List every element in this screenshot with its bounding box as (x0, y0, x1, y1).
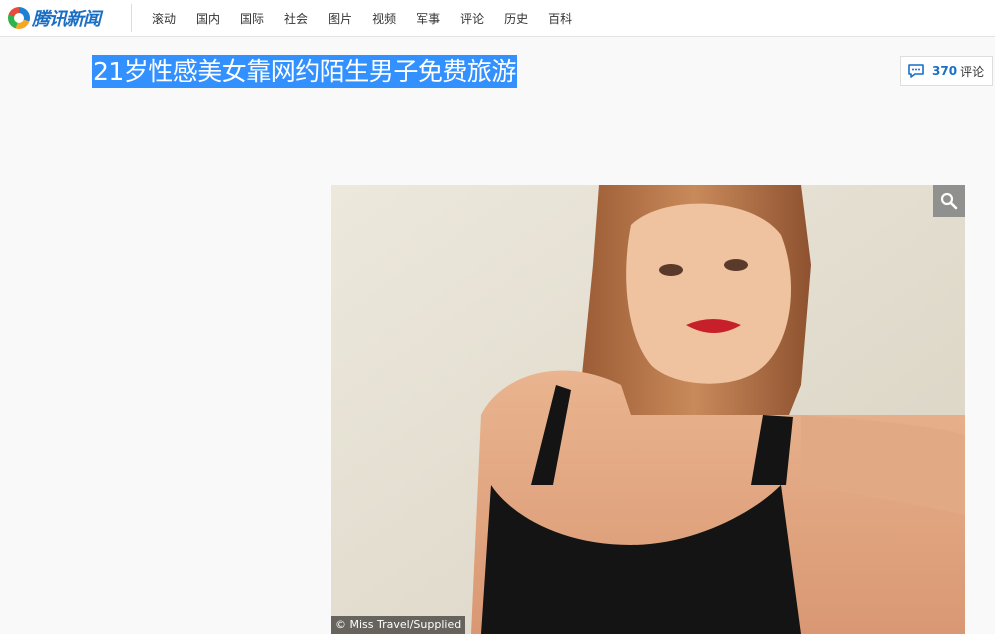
comment-count: 370 (932, 64, 958, 78)
nav-item-international[interactable]: 国际 (240, 10, 264, 27)
article-photo[interactable] (331, 185, 965, 634)
comment-count-button[interactable]: 370 评论 (900, 56, 993, 86)
speech-bubble-icon (908, 64, 924, 78)
nav-item-scroll[interactable]: 滚动 (152, 10, 176, 27)
nav-divider (131, 4, 132, 32)
channel-nav: 滚动 国内 国际 社会 图片 视频 军事 评论 历史 百科 (152, 0, 592, 36)
nav-item-domestic[interactable]: 国内 (196, 10, 220, 27)
logo-text: 腾讯新闻 (32, 9, 101, 30)
article-title: 21岁性感美女靠网约陌生男子免费旅游 (92, 55, 517, 88)
magnifier-icon (940, 192, 958, 210)
photo-credit: © Miss Travel/Supplied (331, 616, 466, 634)
nav-item-society[interactable]: 社会 (284, 10, 308, 27)
nav-item-encyclopedia[interactable]: 百科 (548, 10, 572, 27)
nav-item-pictures[interactable]: 图片 (328, 10, 352, 27)
top-navigation-bar: 腾讯新闻 滚动 国内 国际 社会 图片 视频 军事 评论 历史 百科 (0, 0, 995, 37)
site-logo[interactable]: 腾讯新闻 (8, 6, 101, 30)
tencent-news-logo-icon (8, 7, 30, 29)
nav-item-history[interactable]: 历史 (504, 10, 528, 27)
zoom-button[interactable] (933, 185, 965, 217)
nav-item-military[interactable]: 军事 (416, 10, 440, 27)
nav-item-video[interactable]: 视频 (372, 10, 396, 27)
nav-item-commentary[interactable]: 评论 (460, 10, 484, 27)
photo-illustration (331, 185, 965, 634)
comment-label: 评论 (960, 64, 985, 79)
